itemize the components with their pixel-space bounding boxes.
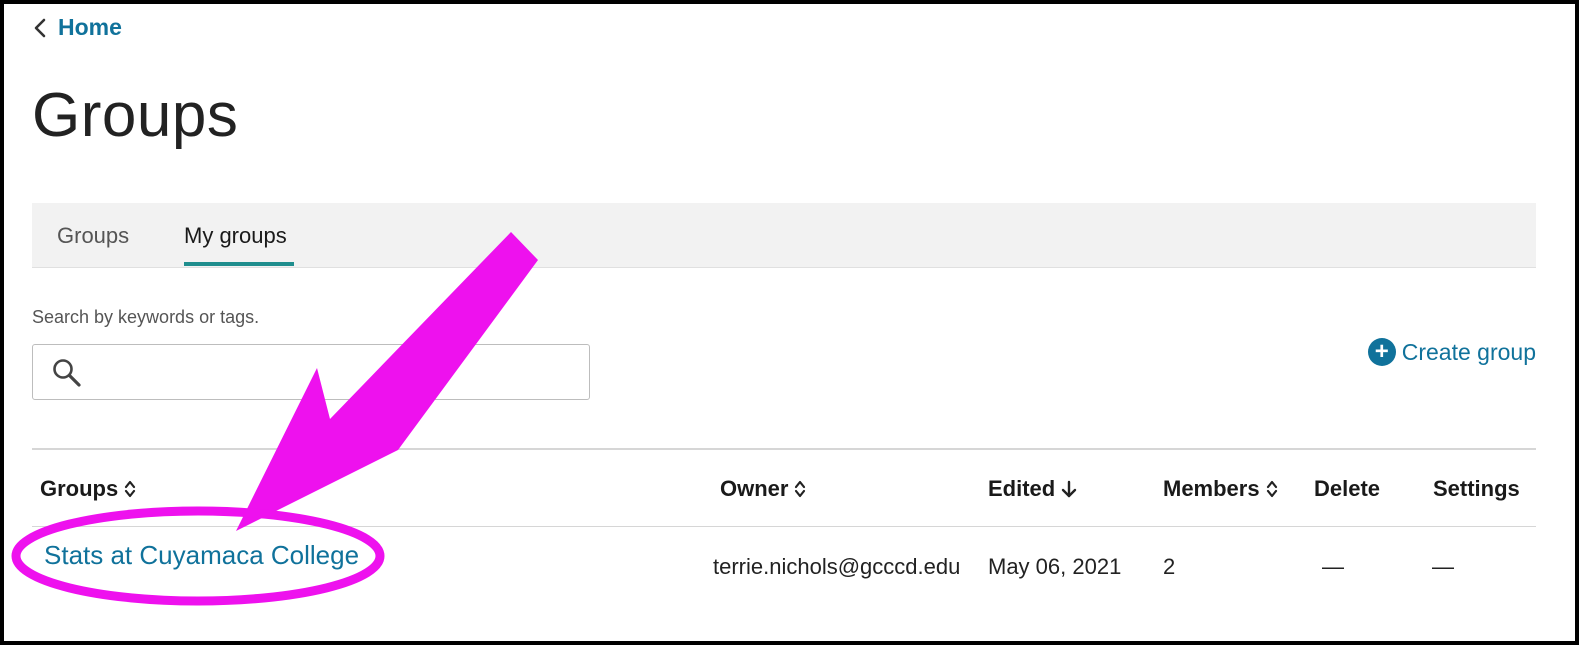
search-input[interactable] — [95, 353, 579, 393]
tab-my-groups[interactable]: My groups — [184, 223, 287, 249]
column-header-delete: Delete — [1314, 476, 1380, 502]
page-title: Groups — [32, 81, 239, 150]
sort-updown-icon — [1266, 480, 1277, 498]
column-header-settings: Settings — [1433, 476, 1520, 502]
arrow-down-icon — [1062, 480, 1077, 498]
column-header-label: Members — [1163, 476, 1260, 501]
search-icon — [53, 359, 81, 387]
chevron-left-icon — [34, 18, 46, 37]
search-label: Search by keywords or tags. — [32, 307, 260, 327]
column-header-label: Groups — [40, 476, 119, 501]
column-header-label: Edited — [988, 476, 1056, 501]
group-owner: terrie.nichols@gcccd.edu — [713, 554, 961, 579]
tab-bar: Groups My groups — [32, 203, 1536, 268]
app-frame: Home Groups Groups My groups Search by k… — [4, 4, 1575, 641]
sort-updown-icon — [125, 480, 136, 498]
column-header-label: Delete — [1314, 476, 1381, 501]
home-link-label: Home — [58, 14, 122, 40]
search-box — [32, 344, 590, 400]
column-header-members[interactable]: Members — [1163, 476, 1278, 502]
column-header-edited[interactable]: Edited — [988, 476, 1077, 502]
column-header-owner[interactable]: Owner — [720, 476, 806, 502]
group-delete-cell: — — [1322, 554, 1344, 579]
home-back-link[interactable]: Home — [34, 14, 122, 41]
tab-groups[interactable]: Groups — [57, 223, 129, 249]
sort-updown-icon — [795, 480, 806, 498]
create-group-button[interactable]: + Create group — [1367, 338, 1536, 366]
table-header-divider — [32, 526, 1536, 527]
create-group-label: Create group — [1401, 338, 1536, 365]
column-header-label: Settings — [1433, 476, 1520, 501]
group-edited-date: May 06, 2021 — [988, 554, 1122, 579]
plus-circle-icon: + — [1367, 338, 1396, 366]
group-name-link[interactable]: Stats at Cuyamaca College — [44, 540, 359, 571]
table-top-divider — [32, 448, 1536, 450]
active-tab-indicator — [184, 262, 294, 266]
column-header-label: Owner — [720, 476, 789, 501]
group-settings-cell: — — [1432, 554, 1454, 579]
group-members-count: 2 — [1163, 554, 1176, 579]
column-header-groups[interactable]: Groups — [40, 476, 136, 502]
